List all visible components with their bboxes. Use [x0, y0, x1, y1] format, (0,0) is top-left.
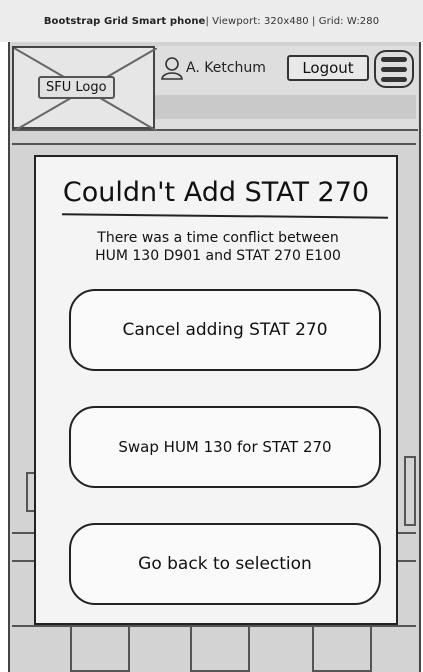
logo-label: SFU Logo	[38, 76, 115, 99]
cancel-adding-button[interactable]: Cancel adding STAT 270	[69, 289, 381, 371]
title-divider	[61, 213, 389, 219]
dialog-title: Couldn't Add STAT 270	[62, 177, 370, 208]
logout-button[interactable]: Logout	[287, 55, 369, 81]
background-panel	[404, 456, 416, 526]
hamburger-menu-icon[interactable]	[374, 50, 414, 88]
background-grid-cell	[190, 625, 250, 672]
viewport-info-bar: Bootstrap Grid Smart phone | Viewport: 3…	[0, 0, 423, 42]
user-name: A. Ketchum	[186, 60, 266, 76]
dialog-message-line: HUM 130 D901 and STAT 270 E100	[95, 248, 341, 264]
dialog-message-line: There was a time conflict between	[97, 230, 339, 246]
conflict-dialog: Couldn't Add STAT 270 There was a time c…	[34, 155, 398, 625]
dialog-message: There was a time conflict between HUM 13…	[56, 229, 380, 265]
header-strip	[155, 95, 416, 119]
background-grid-cell	[312, 625, 372, 672]
viewport-info-detail: | Viewport: 320x480 | Grid: W:280	[205, 15, 380, 27]
background-divider	[12, 143, 416, 145]
swap-course-button[interactable]: Swap HUM 130 for STAT 270	[69, 406, 381, 488]
user-info[interactable]: A. Ketchum	[160, 56, 266, 80]
go-back-button[interactable]: Go back to selection	[69, 523, 381, 605]
background-grid-cell	[70, 625, 130, 672]
logo-placeholder: SFU Logo	[12, 46, 157, 131]
user-icon	[161, 57, 183, 80]
viewport-info-title: Bootstrap Grid Smart phone	[43, 15, 206, 27]
